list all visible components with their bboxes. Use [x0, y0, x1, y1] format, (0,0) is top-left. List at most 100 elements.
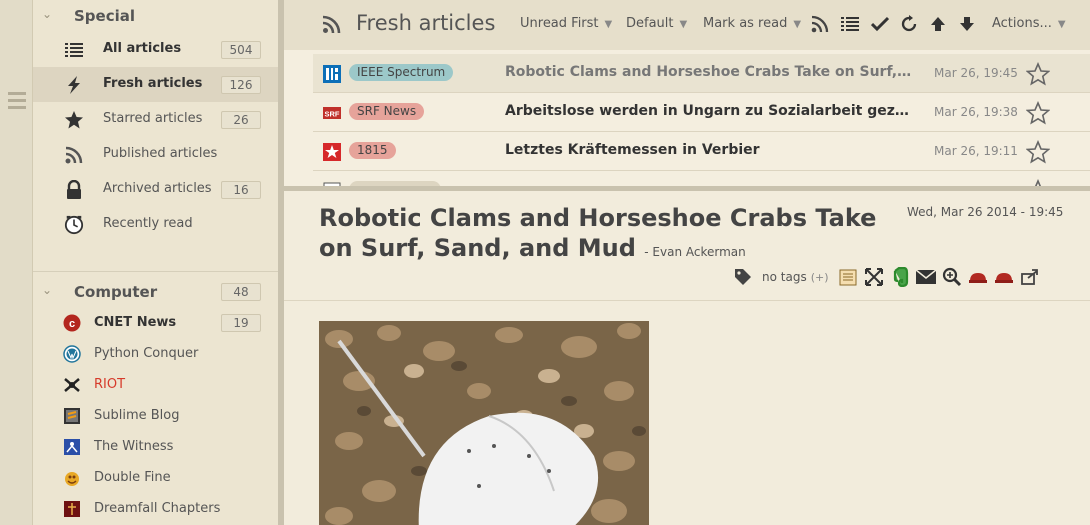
order-select[interactable]: Unread First ▼ [520, 16, 612, 31]
evernote-icon[interactable] [887, 266, 913, 288]
sidebar-feed-the-witness[interactable]: The Witness [33, 432, 278, 463]
sidebar-feed-label: Dreamfall Chapters [94, 501, 221, 516]
sidebar-item-fresh-articles[interactable]: Fresh articles 126 [33, 67, 278, 102]
sidebar-item-label: Fresh articles [103, 76, 203, 91]
add-tag-button[interactable]: (+) [811, 271, 829, 284]
sidebar-item-archived-articles[interactable]: Archived articles 16 [33, 172, 278, 207]
chevron-down-icon: ▼ [604, 19, 613, 30]
list-icon [64, 40, 84, 60]
headline-row[interactable]: IEEE Spectrum Robotic Clams and Horsesho… [313, 54, 1090, 93]
doublefine-icon [63, 469, 81, 487]
star-toggle-icon[interactable] [1025, 139, 1051, 164]
notes-icon[interactable] [835, 266, 861, 288]
tags-label: no tags [762, 270, 807, 284]
mark-as-read-label: Mark as read [703, 16, 788, 31]
star-toggle-icon[interactable] [1025, 61, 1051, 86]
unread-count: 126 [221, 76, 261, 94]
order-select-label: Unread First [520, 16, 599, 31]
headline-title[interactable]: Robotic Clams and Horseshoe Crabs Take o… [505, 64, 915, 80]
sidebar-item-label: Archived articles [103, 181, 212, 196]
article-toolbar: no tags (+) [730, 265, 1043, 289]
headline-date: Mar 26, 19:45 [934, 66, 1018, 80]
article-header: Robotic Clams and Horseshoe Crabs Take o… [284, 191, 1090, 301]
actions-menu[interactable]: Actions... ▼ [992, 16, 1066, 31]
article-pane: Robotic Clams and Horseshoe Crabs Take o… [284, 191, 1090, 525]
headline-title[interactable]: Arbeitslose werden in Ungarn zu Sozialar… [505, 103, 915, 119]
chevron-down-icon: ▼ [793, 19, 802, 30]
share-red-icon[interactable] [965, 266, 991, 288]
headline-date: Mar 26, 19:11 [934, 144, 1018, 158]
clock-icon [64, 215, 84, 235]
sidebar-feed-label: CNET News [94, 315, 177, 330]
rss-icon [322, 14, 342, 34]
sidebar-feed-double-fine[interactable]: Double Fine [33, 463, 278, 494]
arrow-up-icon[interactable] [927, 13, 949, 35]
tag-icon[interactable] [730, 266, 756, 288]
chevron-down-icon: ▼ [679, 19, 688, 30]
lock-icon [64, 180, 84, 200]
witness-icon [63, 438, 81, 456]
sidebar-feed-python-conquer[interactable]: Python Conquer [33, 339, 278, 370]
star-toggle-icon[interactable] [1026, 178, 1050, 186]
chevron-down-icon[interactable]: ⌄ [42, 283, 52, 297]
headline-row[interactable]: SRF SRF News Arbeitslose werden in Ungar… [313, 93, 1090, 132]
article-author: - Evan Ackerman [644, 245, 746, 259]
checkmark-icon[interactable] [869, 13, 891, 35]
fullscreen-icon[interactable] [861, 266, 887, 288]
sidebar-item-published-articles[interactable]: Published articles [33, 137, 278, 172]
sidebar-item-starred-articles[interactable]: Starred articles 26 [33, 102, 278, 137]
feed-tag[interactable]: IEEE Spectrum [349, 64, 454, 81]
star-toggle-icon[interactable] [1025, 100, 1051, 125]
feed-tag[interactable]: SRF News [349, 103, 425, 120]
dreamfall-icon [63, 500, 81, 518]
mark-as-read-select[interactable]: Mark as read ▼ [703, 16, 801, 31]
email-icon[interactable] [913, 266, 939, 288]
category-computer-header[interactable]: ⌄ Computer 48 [33, 276, 278, 308]
actions-label: Actions... [992, 16, 1052, 31]
menu-toggle-icon[interactable] [8, 92, 26, 109]
feed-tag[interactable]: 1815 [349, 142, 396, 159]
sidebar-item-recently-read[interactable]: Recently read [33, 207, 278, 242]
cnet-icon: c [63, 314, 81, 332]
main-toolbar: Fresh articles Unread First ▼ Default ▼ Ma… [284, 0, 1090, 50]
sidebar-feed-cnet-news[interactable]: c CNET News 19 [33, 308, 278, 339]
category-title: Computer [74, 283, 158, 301]
share-red-alt-icon[interactable] [991, 266, 1017, 288]
share-icon[interactable] [1017, 266, 1043, 288]
article-title[interactable]: Robotic Clams and Horseshoe Crabs Take o… [319, 203, 899, 267]
chevron-down-icon: ▼ [1057, 19, 1066, 30]
svg-text:SRF: SRF [325, 110, 340, 119]
riot-icon [63, 376, 81, 394]
view-mode-select[interactable]: Default ▼ [626, 16, 687, 31]
arrow-down-icon[interactable] [956, 13, 978, 35]
sidebar-item-label: Published articles [103, 146, 218, 161]
feed-title: Fresh articles [356, 11, 496, 35]
headline-row[interactable]: 1815 Letztes Kräftemessen in Verbier Mar… [313, 132, 1090, 171]
1815-icon [323, 143, 341, 161]
wordpress-icon [63, 345, 81, 363]
chevron-down-icon[interactable]: ⌄ [42, 7, 52, 21]
unread-count: 16 [221, 181, 261, 199]
sidebar-item-all-articles[interactable]: All articles 504 [33, 32, 278, 67]
unread-count: 504 [221, 41, 261, 59]
list-icon[interactable] [839, 13, 861, 35]
sidebar-feed-dreamfall-chapters[interactable]: Dreamfall Chapters [33, 494, 278, 525]
rss-icon[interactable] [809, 13, 831, 35]
sidebar-feed-sublime-blog[interactable]: Sublime Blog [33, 401, 278, 432]
category-special-header[interactable]: ⌄ Special [33, 0, 278, 32]
sidebar-feed-label: Sublime Blog [94, 408, 180, 423]
view-mode-label: Default [626, 16, 674, 31]
feed-sidebar: ⌄ Special All articles 504 Fresh article… [33, 0, 278, 525]
sidebar-feed-label: Double Fine [94, 470, 171, 485]
unread-count: 26 [221, 111, 261, 129]
headline-title[interactable]: Letztes Kräftemessen in Verbier [505, 142, 915, 158]
sidebar-feed-label: The Witness [94, 439, 174, 454]
sidebar-feed-riot[interactable]: RIOT [33, 370, 278, 401]
sidebar-feed-label: Python Conquer [94, 346, 199, 361]
zoom-icon[interactable] [939, 266, 965, 288]
article-title-text[interactable]: Robotic Clams and Horseshoe Crabs Take o… [319, 204, 876, 262]
srf-news-icon: SRF [323, 104, 341, 122]
headline-row-partial[interactable] [313, 171, 1090, 186]
refresh-icon[interactable] [898, 13, 920, 35]
article-image [319, 321, 649, 525]
